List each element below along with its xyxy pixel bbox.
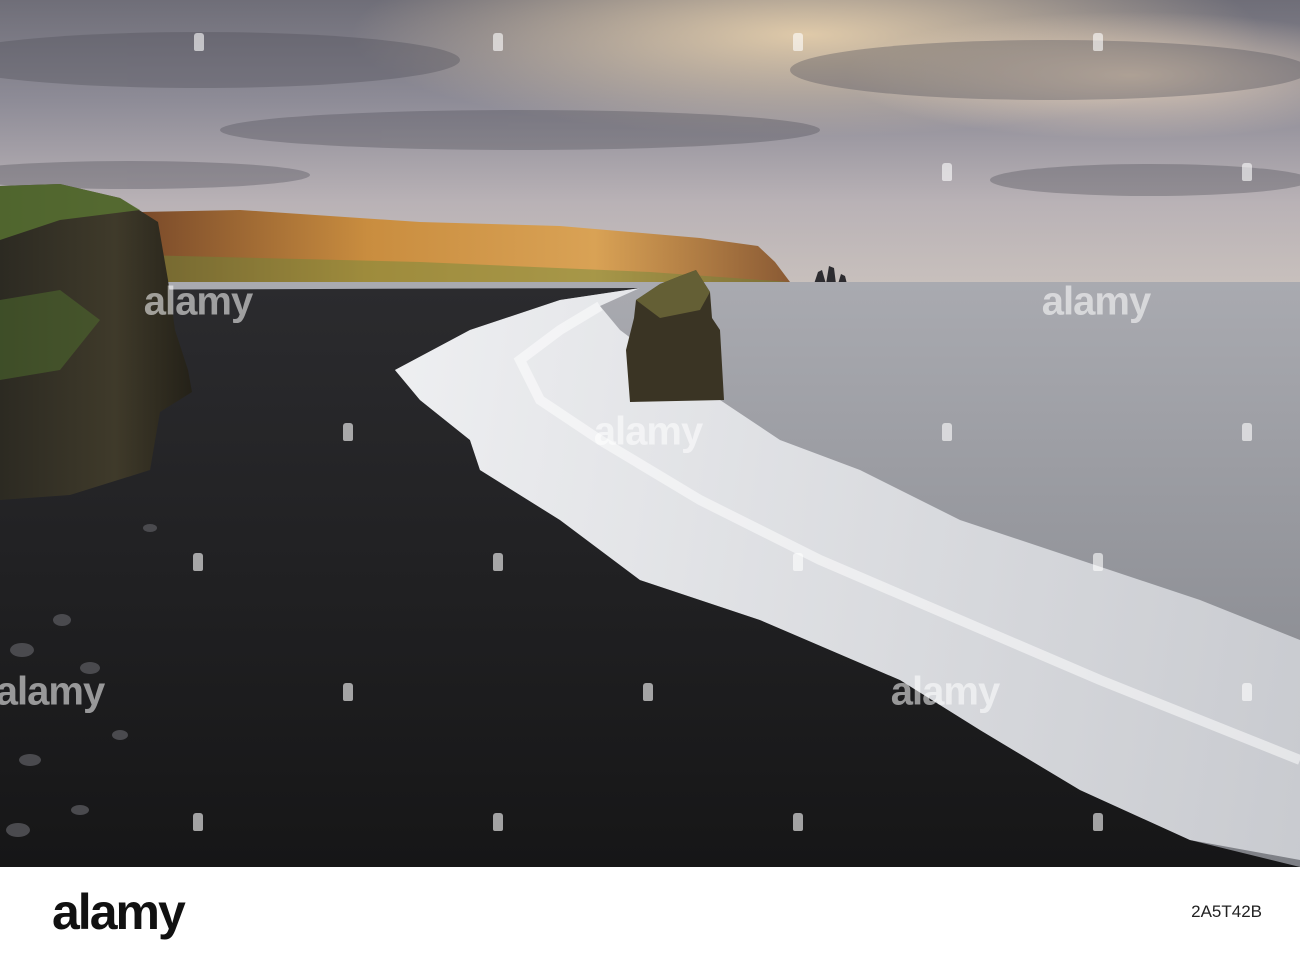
image-id: 2A5T42B xyxy=(1191,902,1262,921)
footer-bar: alamy 2A5T42B xyxy=(0,867,1300,957)
beach-scene xyxy=(0,0,1300,867)
alamy-logo[interactable]: alamy xyxy=(52,883,186,941)
landscape-photo: alamy alamy alamy alamy alamy xyxy=(0,0,1300,867)
stock-photo-page: alamy alamy alamy alamy alamy alamy 2A5T… xyxy=(0,0,1300,957)
